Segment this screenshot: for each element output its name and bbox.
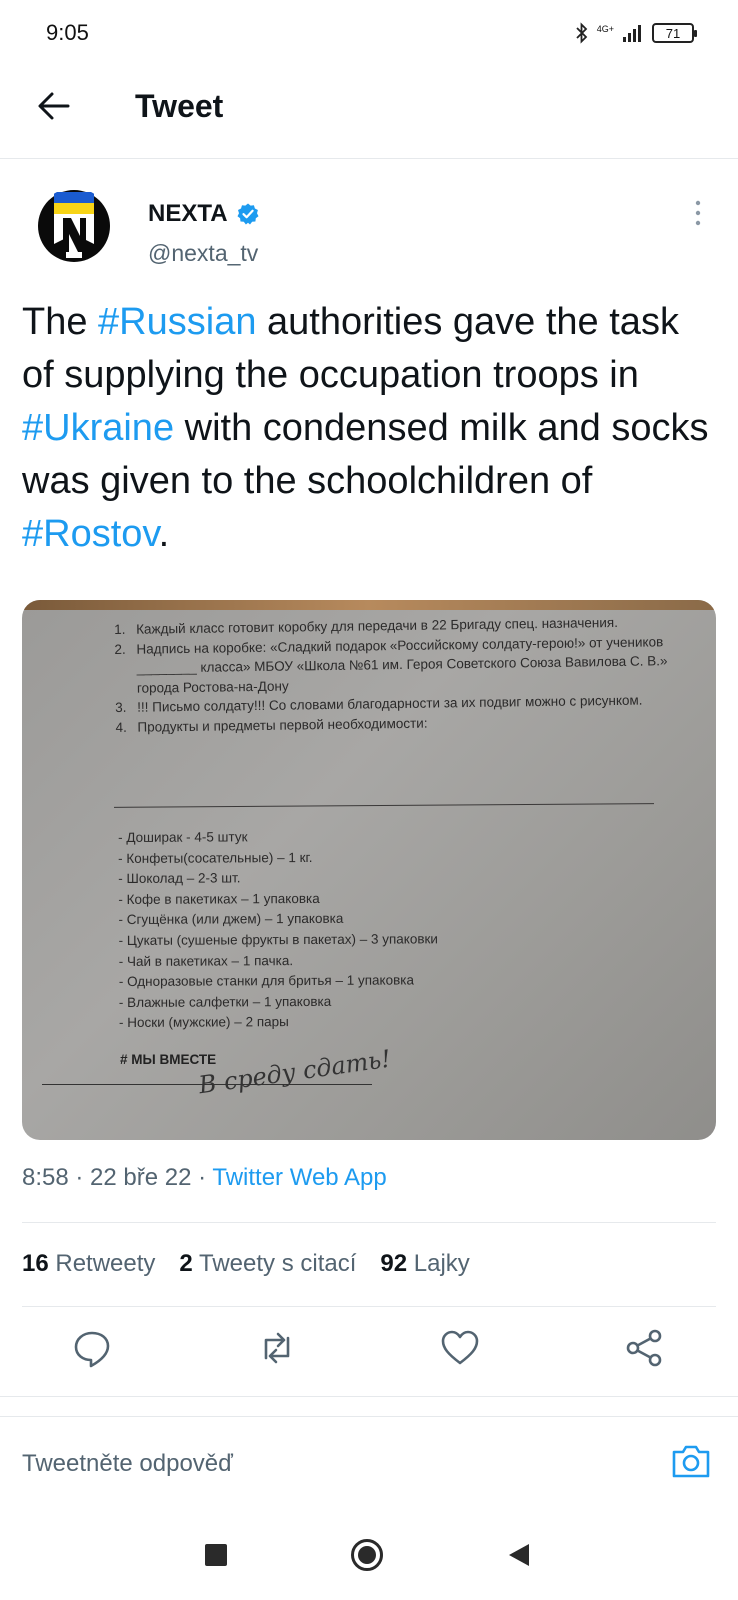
doc-list-item: - Носки (мужские) – 2 пары: [118, 1014, 289, 1031]
likes-label: Lajky: [413, 1250, 470, 1277]
like-icon: [441, 1330, 479, 1365]
verified-badge-icon: [237, 203, 259, 225]
doc-list-item: - Шоколад – 2-3 шт.: [118, 870, 241, 887]
photo-document-text: 1. Каждый класс готовит коробку для перед…: [114, 612, 676, 737]
tweet-stats: 16 Retweety 2 Tweety s citací 92 Lajky: [22, 1250, 470, 1278]
tweet-source-link[interactable]: Twitter Web App: [212, 1164, 386, 1191]
doc-list-item: - Доширак - 4-5 штук: [118, 829, 248, 845]
doc-item-text: Надпись на коробке: «Сладкий подарок «Ро…: [136, 633, 668, 696]
header-divider: [0, 158, 738, 159]
doc-hashtag: # МЫ ВМЕСТЕ: [120, 1052, 217, 1067]
retweet-button[interactable]: [256, 1328, 296, 1368]
retweets-stat[interactable]: 16 Retweety: [22, 1250, 155, 1278]
doc-supply-list: - Доширак - 4-5 штук - Конфеты(сосательн…: [118, 826, 539, 1034]
quotes-stat[interactable]: 2 Tweety s citací: [179, 1250, 356, 1278]
back-triangle-icon: [509, 1544, 529, 1566]
camera-icon: [672, 1445, 710, 1478]
more-vertical-icon: [695, 200, 701, 226]
doc-rule: [114, 803, 654, 808]
system-back-button[interactable]: [508, 1543, 530, 1572]
author-name[interactable]: NEXTA: [148, 200, 260, 228]
page-title: Tweet: [135, 88, 224, 124]
likes-stat[interactable]: 92 Lajky: [380, 1250, 469, 1278]
quotes-count: 2: [179, 1250, 193, 1277]
doc-handwritten-note: В среду сдать!: [196, 1044, 393, 1100]
tweet-text: The #Russian authorities gave the task o…: [22, 296, 712, 561]
doc-numbered-item: 2. Надпись на коробке: «Сладкий подарок «…: [114, 632, 675, 698]
hashtag-link[interactable]: #Rostov: [22, 513, 159, 555]
status-icons: 4G+ 71: [575, 20, 697, 46]
arrow-left-icon: [38, 92, 70, 120]
doc-item-number: 4.: [115, 719, 127, 735]
share-icon: [626, 1329, 662, 1367]
retweet-icon: [264, 1332, 290, 1364]
meta-divider: [22, 1222, 716, 1223]
reply-button[interactable]: [72, 1328, 112, 1368]
camera-button[interactable]: [670, 1440, 712, 1482]
photo-table-edge: [22, 600, 716, 610]
doc-list-item: - Цукаты (сушеные фрукты в пакетах) – 3 …: [118, 931, 438, 948]
doc-item-number: 1.: [114, 621, 126, 637]
doc-item-text: Продукты и предметы первой необходимости…: [137, 715, 428, 735]
doc-item-number: 2.: [114, 641, 126, 657]
signal-icon: [623, 25, 641, 42]
tweet-text-part: The: [22, 301, 99, 343]
home-button[interactable]: [350, 1538, 384, 1577]
hashtag-link[interactable]: #Russian: [98, 301, 256, 343]
battery-level: 71: [665, 25, 681, 41]
status-time: 9:05: [46, 20, 89, 45]
battery-icon: 71: [652, 23, 697, 43]
doc-list-item: - Конфеты(сосательные) – 1 кг.: [118, 849, 313, 866]
like-button[interactable]: [440, 1328, 480, 1368]
more-options-button[interactable]: [690, 200, 706, 226]
doc-list-item: - Одноразовые станки для бритья – 1 упак…: [118, 972, 415, 990]
doc-list-item: - Сгущёнка (или джем) – 1 упаковка: [118, 911, 344, 928]
actions-divider: [0, 1396, 738, 1397]
meta-separator: ·: [68, 1164, 91, 1191]
likes-count: 92: [380, 1250, 408, 1277]
tweet-time: 8:58: [22, 1164, 69, 1191]
stats-divider: [22, 1306, 716, 1307]
tweet-meta: 8:58 · 22 bře 22 · Twitter Web App: [22, 1164, 387, 1192]
back-button[interactable]: [36, 88, 72, 124]
doc-list-item: - Кофе в пакетиках – 1 упаковка: [118, 890, 320, 907]
tweet-photo[interactable]: 1. Каждый класс готовит коробку для перед…: [22, 600, 716, 1140]
meta-separator: ·: [191, 1164, 213, 1191]
doc-list-item: - Чай в пакетиках – 1 пачка.: [118, 952, 294, 969]
retweets-count: 16: [22, 1250, 49, 1277]
home-icon: [351, 1539, 383, 1571]
hashtag-link[interactable]: #Ukraine: [22, 407, 174, 449]
tweet-date: 22 bře 22: [90, 1164, 192, 1191]
share-button[interactable]: [624, 1328, 664, 1368]
reply-bar-divider: [0, 1416, 738, 1417]
system-nav-bar: [0, 1500, 738, 1600]
reply-icon: [74, 1331, 110, 1368]
recent-apps-icon: [205, 1544, 227, 1566]
author-name-label: NEXTA: [148, 200, 228, 227]
doc-list-item: - Влажные салфетки – 1 упаковка: [118, 993, 332, 1010]
recent-apps-button[interactable]: [205, 1544, 227, 1571]
quotes-label: Tweety s citací: [199, 1250, 357, 1277]
tweet-text-part: .: [158, 513, 170, 555]
retweets-label: Retweety: [55, 1250, 156, 1277]
reply-input[interactable]: Tweetněte odpověď: [22, 1450, 233, 1478]
doc-item-number: 3.: [115, 699, 127, 715]
avatar[interactable]: [36, 188, 112, 264]
bluetooth-icon: [576, 22, 588, 44]
nexta-logo-icon: [38, 190, 110, 262]
author-handle[interactable]: @nexta_tv: [148, 240, 258, 267]
network-type: 4G+: [596, 23, 614, 34]
